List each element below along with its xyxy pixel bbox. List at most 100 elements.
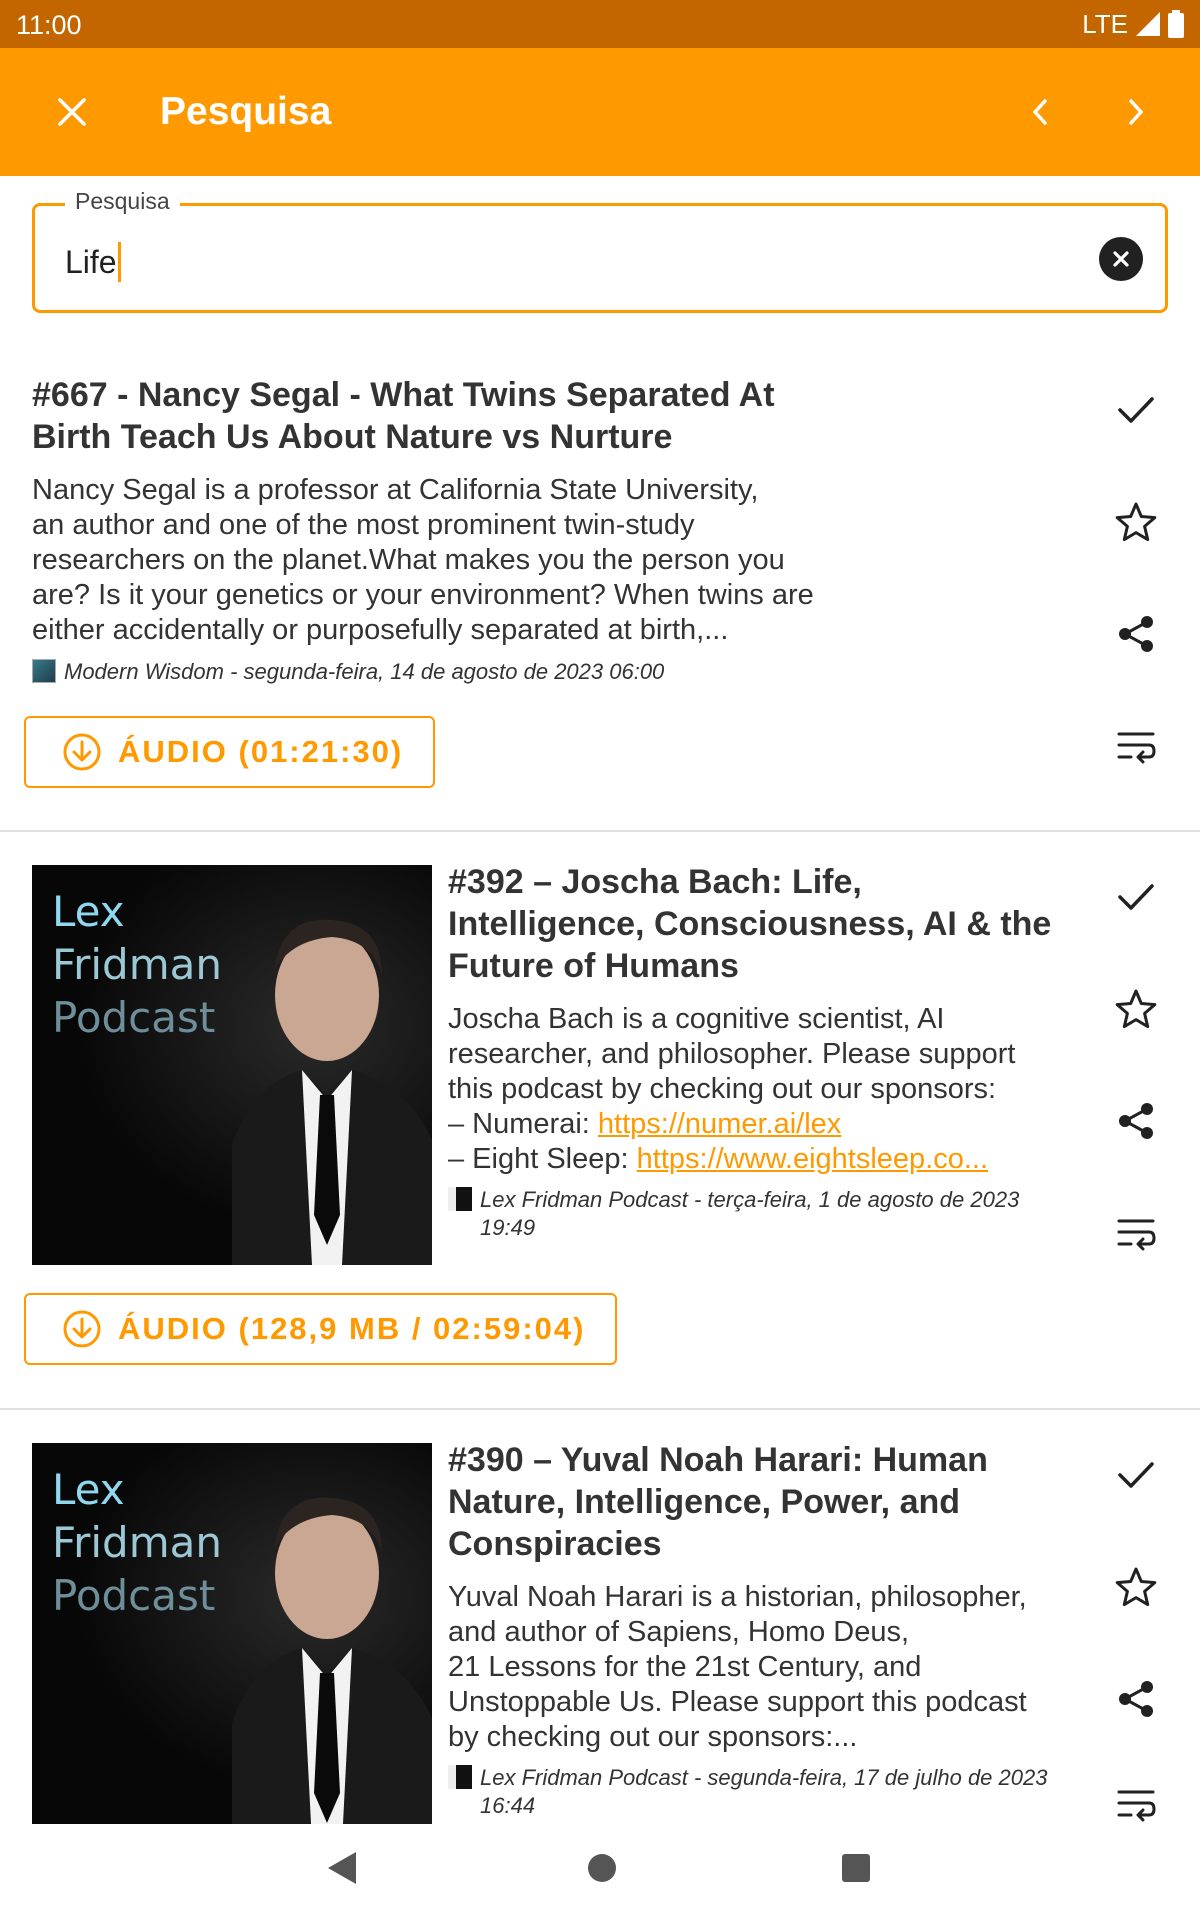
sponsor-label: – Eight Sleep: (448, 1143, 637, 1175)
search-label: Pesquisa (65, 188, 180, 215)
check-icon (1118, 397, 1154, 423)
meta-text: Lex Fridman Podcast - segunda-feira, 17 … (480, 1765, 1048, 1790)
favorite-button[interactable] (1104, 977, 1168, 1041)
meta-text: Lex Fridman Podcast - terça-feira, 1 de … (480, 1187, 1020, 1212)
add-to-queue-button[interactable] (1104, 1201, 1168, 1265)
home-icon[interactable] (586, 1852, 618, 1884)
episode-title-line: Birth Teach Us About Nature vs Nurture (32, 418, 673, 456)
star-outline-icon (1115, 989, 1157, 1029)
next-button[interactable] (1104, 80, 1168, 144)
meta-text: 19:49 (480, 1215, 536, 1240)
episode-title: #392 – Joscha Bach: Life, Intelligence, … (448, 861, 1068, 987)
description-line: are? Is it your genetics or your environ… (32, 579, 814, 611)
share-icon (1119, 616, 1153, 652)
download-audio-button[interactable]: ÁUDIO (128,9 MB / 02:59:04) (24, 1293, 618, 1365)
recents-icon[interactable] (840, 1852, 872, 1884)
description-line: Unstoppable Us. Please support this podc… (448, 1686, 1027, 1718)
playlist-add-icon (1117, 1219, 1156, 1251)
playlist-add-icon (1117, 1790, 1156, 1822)
back-icon[interactable] (324, 1848, 360, 1888)
description-line: Joscha Bach is a cognitive scientist, AI (448, 1003, 945, 1035)
description-line: by checking out our sponsors:... (448, 1721, 858, 1753)
search-field[interactable]: Pesquisa Life (32, 188, 1168, 313)
divider (0, 1408, 1200, 1410)
favorite-button[interactable] (1104, 1555, 1168, 1619)
download-audio-button[interactable]: ÁUDIO (01:21:30) (24, 716, 436, 788)
cover-line: Fridman (52, 1518, 222, 1567)
chevron-right-icon (1129, 99, 1143, 125)
description-line: and author of Sapiens, Homo Deus, (448, 1616, 910, 1648)
check-icon (1118, 884, 1154, 910)
episode-title-line: Conspiracies (448, 1525, 662, 1563)
app-bar: Pesquisa (0, 48, 1200, 176)
meta-text: 16:44 (480, 1793, 536, 1818)
status-indicators: LTE (1082, 8, 1184, 40)
host-portrait-image (232, 919, 432, 1265)
cover-line: Podcast (52, 993, 216, 1042)
episode-description: Nancy Segal is a professor at California… (32, 473, 862, 648)
system-navigation-bar (0, 1824, 1200, 1920)
episode-description: Yuval Noah Harari is a historian, philos… (448, 1580, 1068, 1755)
share-button[interactable] (1104, 602, 1168, 666)
page-title: Pesquisa (160, 90, 332, 133)
meta-text: Modern Wisdom - segunda-feira, 14 de ago… (64, 659, 665, 684)
sponsor-link[interactable]: https://numer.ai/lex (598, 1108, 841, 1140)
description-line: either accidentally or purposefully sepa… (32, 614, 729, 646)
text-caret (117, 242, 121, 282)
episode-title-line: Nature, Intelligence, Power, and (448, 1483, 961, 1521)
share-button[interactable] (1104, 1089, 1168, 1153)
podcast-thumbnail (448, 1187, 472, 1211)
episode-meta: Lex Fridman Podcast - terça-feira, 1 de … (448, 1186, 1068, 1242)
episode-title-line: Future of Humans (448, 947, 739, 985)
description-line: researchers on the planet.What makes you… (32, 544, 785, 576)
close-icon (58, 98, 86, 126)
share-button[interactable] (1104, 1667, 1168, 1731)
podcast-thumbnail (448, 1765, 472, 1789)
description-line: – Eight Sleep: https://www.eightsleep.co… (448, 1142, 1068, 1177)
mark-played-button[interactable] (1104, 1443, 1168, 1507)
episode-title-line: #390 – Yuval Noah Harari: Human (448, 1441, 988, 1479)
mark-played-button[interactable] (1104, 378, 1168, 442)
episode-title-line: Intelligence, Consciousness, AI & the (448, 905, 1052, 943)
podcast-cover: Lex Fridman Podcast (32, 1443, 432, 1824)
cover-line: Lex (52, 1465, 125, 1514)
episode-description: Joscha Bach is a cognitive scientist, AI… (448, 1002, 1068, 1177)
chevron-left-icon (1033, 99, 1047, 125)
description-line: – Numerai: https://numer.ai/lex (448, 1107, 1068, 1142)
divider (0, 830, 1200, 832)
close-button[interactable] (40, 80, 104, 144)
episode-meta: Modern Wisdom - segunda-feira, 14 de ago… (32, 658, 892, 686)
meta-line: Lex Fridman Podcast - terça-feira, 1 de … (448, 1186, 1068, 1214)
search-input[interactable]: Life (65, 242, 121, 282)
meta-line: Lex Fridman Podcast - segunda-feira, 17 … (448, 1764, 1108, 1792)
cover-line: Podcast (52, 1571, 216, 1620)
star-outline-icon (1115, 502, 1157, 542)
description-line: an author and one of the most prominent … (32, 509, 695, 541)
episode-meta: Lex Fridman Podcast - segunda-feira, 17 … (448, 1764, 1108, 1820)
audio-button-label: ÁUDIO (01:21:30) (118, 734, 404, 769)
playlist-add-icon (1117, 732, 1156, 764)
download-circle-icon (63, 1310, 101, 1348)
description-line: researcher, and philosopher. Please supp… (448, 1038, 1016, 1070)
cover-text: Lex Fridman Podcast (52, 885, 222, 1044)
download-circle-icon (63, 733, 101, 771)
sponsor-label: – Numerai: (448, 1108, 598, 1140)
description-line: 21 Lessons for the 21st Century, and (448, 1651, 922, 1683)
description-line: Nancy Segal is a professor at California… (32, 474, 759, 506)
previous-button[interactable] (1008, 80, 1072, 144)
add-to-queue-button[interactable] (1104, 1776, 1168, 1824)
episode-title: #667 - Nancy Segal - What Twins Separate… (32, 374, 932, 458)
mark-played-button[interactable] (1104, 865, 1168, 929)
add-to-queue-button[interactable] (1104, 714, 1168, 778)
favorite-button[interactable] (1104, 490, 1168, 554)
clear-icon (1113, 251, 1129, 267)
clear-search-button[interactable] (1099, 237, 1143, 281)
description-line: this podcast by checking out our sponsor… (448, 1073, 997, 1105)
sponsor-link[interactable]: https://www.eightsleep.co... (637, 1143, 988, 1175)
status-bar: 11:00 LTE (0, 0, 1200, 48)
cover-line: Lex (52, 887, 125, 936)
audio-button-label: ÁUDIO (128,9 MB / 02:59:04) (118, 1311, 586, 1346)
podcast-cover: Lex Fridman Podcast (32, 865, 432, 1265)
check-icon (1118, 1462, 1154, 1488)
cover-text: Lex Fridman Podcast (52, 1463, 222, 1622)
